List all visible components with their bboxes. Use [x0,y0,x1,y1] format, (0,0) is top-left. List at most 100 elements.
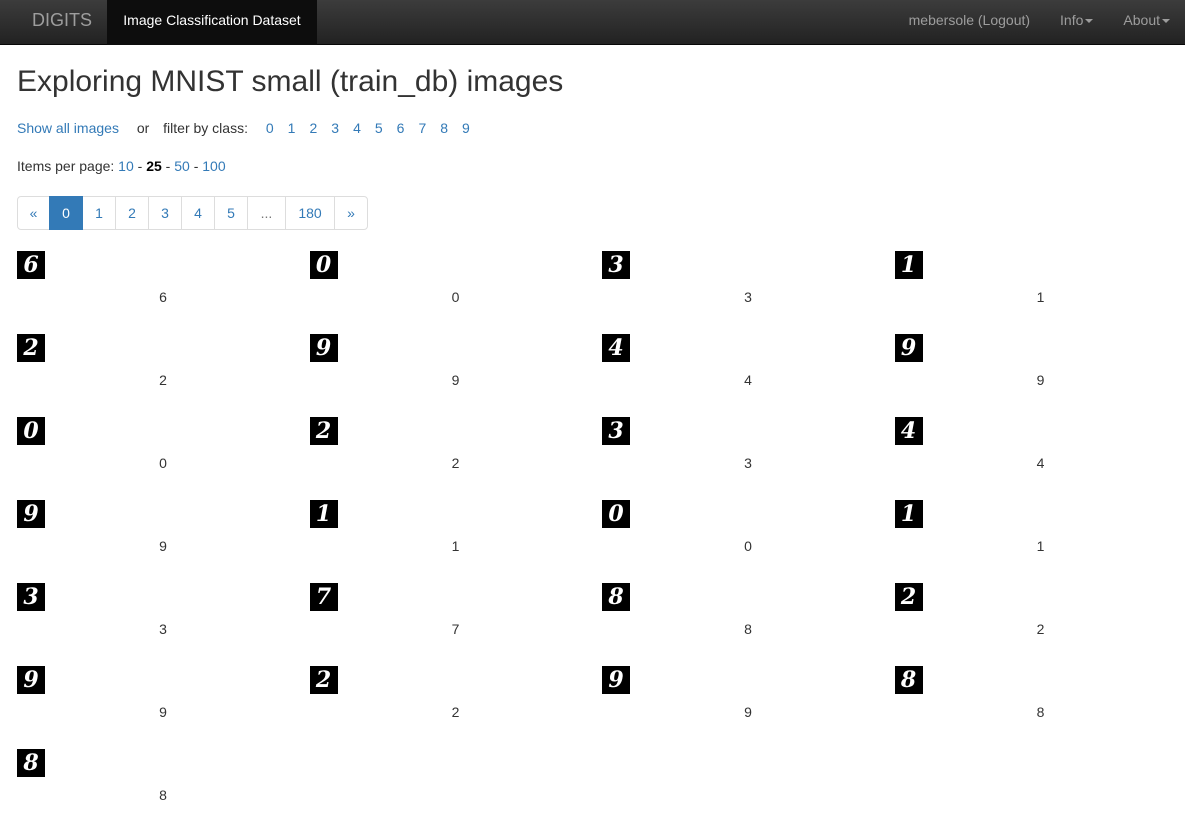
digit-thumbnail[interactable]: 4 [895,417,923,445]
class-filter-3[interactable]: 3 [331,118,339,138]
per-page-option-10[interactable]: 10 [118,158,134,174]
handwritten-digit-image: 1 [895,500,923,528]
digit-thumbnail[interactable]: 9 [310,334,338,362]
pagination-page-2[interactable]: 2 [115,196,149,230]
digit-thumbnail[interactable]: 1 [895,251,923,279]
digit-thumbnail[interactable]: 6 [17,251,45,279]
image-cell: 22 [17,334,310,417]
class-filter-6[interactable]: 6 [397,118,405,138]
items-per-page-label: Items per page: [17,158,114,174]
handwritten-digit-image: 9 [310,334,338,362]
items-per-page-row: Items per page: 10 - 25 - 50 - 100 [17,156,1172,176]
image-class-label: 9 [740,704,756,720]
info-menu-label: Info [1060,12,1083,28]
digit-thumbnail[interactable]: 8 [895,666,923,694]
digit-thumbnail[interactable]: 8 [17,749,45,777]
handwritten-digit-image: 8 [602,583,630,611]
class-filter-4[interactable]: 4 [353,118,361,138]
image-class-label: 6 [155,289,171,305]
digit-thumbnail[interactable]: 2 [310,417,338,445]
per-page-option-50[interactable]: 50 [174,158,190,174]
handwritten-digit-image: 4 [895,417,923,445]
digit-thumbnail[interactable]: 3 [17,583,45,611]
show-all-images-link[interactable]: Show all images [17,120,119,136]
handwritten-digit-image: 3 [17,583,45,611]
pagination-page-180[interactable]: 180 [285,196,335,230]
pagination: «012345...180» [17,196,1172,230]
class-filter-0[interactable]: 0 [266,118,274,138]
digit-thumbnail[interactable]: 9 [17,666,45,694]
handwritten-digit-image: 2 [310,417,338,445]
image-class-label: 2 [448,455,464,471]
image-cell: 88 [17,749,310,832]
digit-thumbnail[interactable]: 3 [602,251,630,279]
pagination-page-0[interactable]: 0 [49,196,83,230]
digit-thumbnail[interactable]: 8 [602,583,630,611]
image-class-label: 1 [1033,538,1049,554]
image-class-label: 2 [155,372,171,388]
digit-thumbnail[interactable]: 4 [602,334,630,362]
handwritten-digit-image: 2 [310,666,338,694]
class-filter-7[interactable]: 7 [418,118,426,138]
info-menu[interactable]: Info [1045,0,1108,45]
digit-thumbnail[interactable]: 1 [310,500,338,528]
image-cell: 22 [895,583,1185,666]
class-filter-8[interactable]: 8 [440,118,448,138]
handwritten-digit-image: 9 [17,666,45,694]
image-cell: 00 [310,251,603,334]
image-cell: 44 [895,417,1185,500]
image-class-label: 3 [740,455,756,471]
digit-thumbnail[interactable]: 2 [310,666,338,694]
digit-thumbnail[interactable]: 9 [602,666,630,694]
digit-thumbnail[interactable]: 0 [310,251,338,279]
nav-tab-image-classification-dataset[interactable]: Image Classification Dataset [107,0,317,45]
pagination-ellipsis: ... [247,196,286,230]
pagination-next[interactable]: » [334,196,368,230]
digit-thumbnail[interactable]: 3 [602,417,630,445]
brand-link[interactable]: DIGITS [15,0,109,45]
class-filter-5[interactable]: 5 [375,118,383,138]
logout-link[interactable]: mebersole (Logout) [894,0,1045,45]
image-cell: 66 [17,251,310,334]
image-cell: 00 [17,417,310,500]
about-menu[interactable]: About [1108,0,1185,45]
image-cell: 99 [17,666,310,749]
image-cell: 33 [602,417,895,500]
digit-thumbnail[interactable]: 0 [602,500,630,528]
per-page-option-100[interactable]: 100 [202,158,225,174]
class-filter-1[interactable]: 1 [288,118,296,138]
digit-thumbnail[interactable]: 9 [17,500,45,528]
class-filter-2[interactable]: 2 [309,118,317,138]
pagination-page-3[interactable]: 3 [148,196,182,230]
digit-thumbnail[interactable]: 7 [310,583,338,611]
filter-by-class-label: filter by class: [163,120,248,136]
pagination-page-4[interactable]: 4 [181,196,215,230]
caret-down-icon [1085,19,1093,23]
digit-thumbnail[interactable]: 9 [895,334,923,362]
image-cell: 11 [895,500,1185,583]
class-filter-links: 0123456789 [252,120,470,136]
image-class-label: 3 [155,621,171,637]
image-class-label: 2 [448,704,464,720]
main-content: Exploring MNIST small (train_db) images … [17,45,1172,230]
handwritten-digit-image: 1 [310,500,338,528]
pagination-prev[interactable]: « [17,196,50,230]
digit-thumbnail[interactable]: 2 [895,583,923,611]
handwritten-digit-image: 8 [17,749,45,777]
image-cell: 00 [602,500,895,583]
image-class-label: 8 [155,787,171,803]
handwritten-digit-image: 9 [602,666,630,694]
digit-thumbnail[interactable]: 1 [895,500,923,528]
pagination-page-1[interactable]: 1 [82,196,116,230]
pagination-page-5[interactable]: 5 [214,196,248,230]
image-class-label: 2 [1033,621,1049,637]
handwritten-digit-image: 3 [602,251,630,279]
digit-thumbnail[interactable]: 2 [17,334,45,362]
image-class-label: 9 [155,704,171,720]
handwritten-digit-image: 8 [895,666,923,694]
digit-thumbnail[interactable]: 0 [17,417,45,445]
image-class-label: 8 [740,621,756,637]
handwritten-digit-image: 2 [895,583,923,611]
image-cell: 11 [310,500,603,583]
class-filter-9[interactable]: 9 [462,118,470,138]
